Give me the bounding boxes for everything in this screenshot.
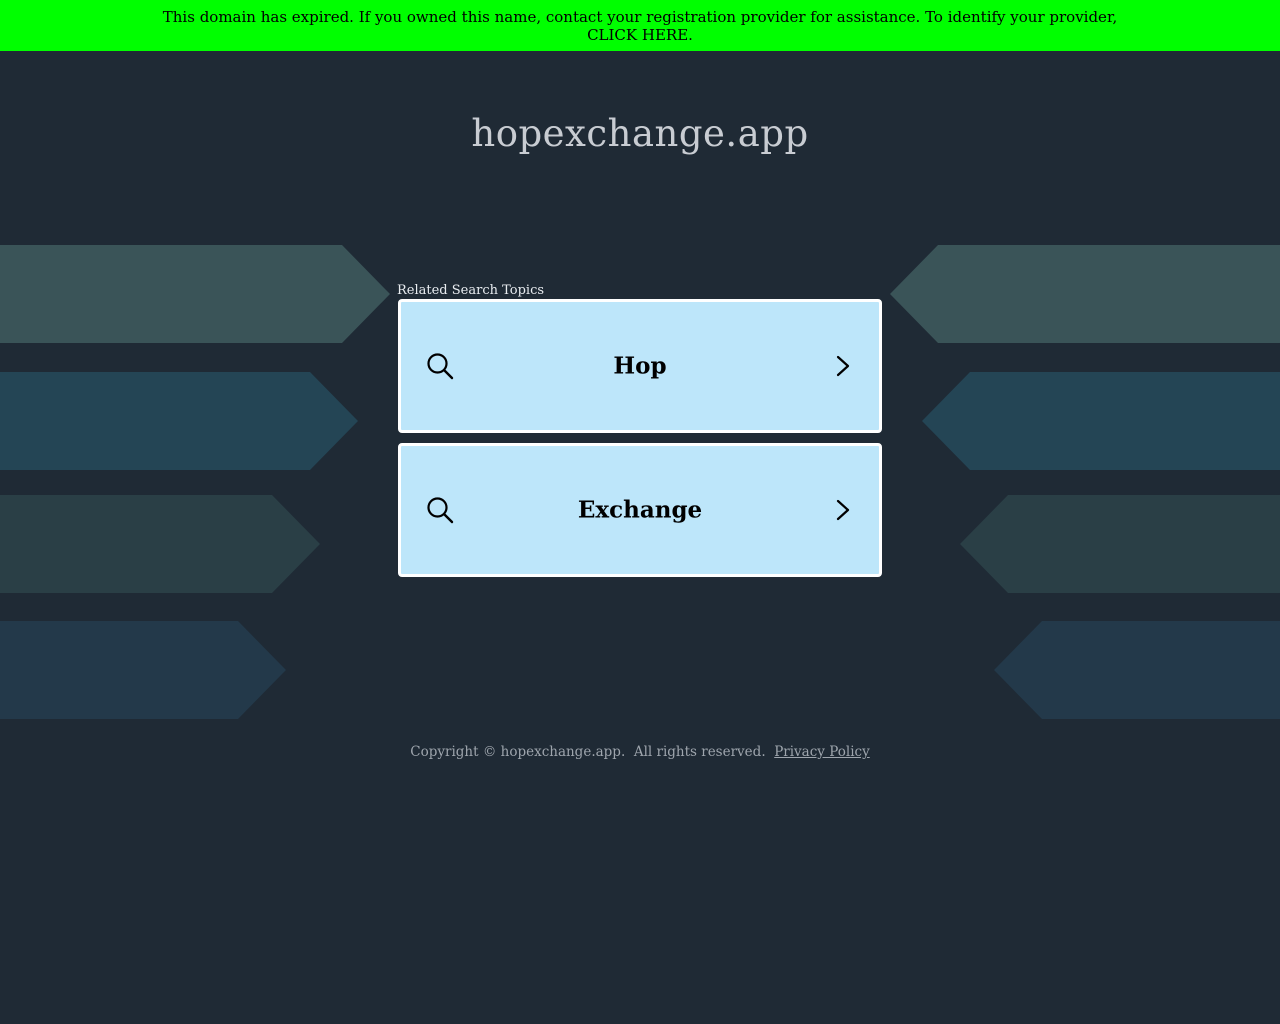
search-topic-hop[interactable]: Hop bbox=[398, 299, 882, 433]
right-arrow-shape-4 bbox=[994, 621, 1280, 719]
chevron-right-icon bbox=[836, 499, 850, 521]
banner-message: This domain has expired. If you owned th… bbox=[162, 8, 1118, 26]
left-arrow-shape-3 bbox=[0, 495, 320, 593]
copyright-text: Copyright © hopexchange.app. All rights … bbox=[410, 744, 766, 760]
left-arrow-shape-2 bbox=[0, 372, 358, 470]
related-search-heading: Related Search Topics bbox=[397, 283, 545, 298]
chevron-right-icon bbox=[836, 355, 850, 377]
page-title: hopexchange.app bbox=[471, 112, 809, 155]
search-topic-exchange[interactable]: Exchange bbox=[398, 443, 882, 577]
banner-link-suffix: . bbox=[688, 26, 693, 44]
left-arrow-shape-1 bbox=[0, 245, 390, 343]
left-arrow-shape-4 bbox=[0, 621, 286, 719]
search-topic-label: Exchange bbox=[577, 496, 703, 524]
click-here-link[interactable]: CLICK HERE bbox=[587, 26, 688, 44]
right-arrow-shape-3 bbox=[960, 495, 1280, 593]
right-arrow-shape-1 bbox=[890, 245, 1280, 343]
footer: Copyright © hopexchange.app. All rights … bbox=[0, 744, 1280, 760]
search-topic-label: Hop bbox=[613, 352, 667, 380]
right-arrow-shape-2 bbox=[922, 372, 1280, 470]
expired-domain-banner: This domain has expired. If you owned th… bbox=[0, 0, 1280, 51]
privacy-policy-link[interactable]: Privacy Policy bbox=[774, 744, 870, 760]
